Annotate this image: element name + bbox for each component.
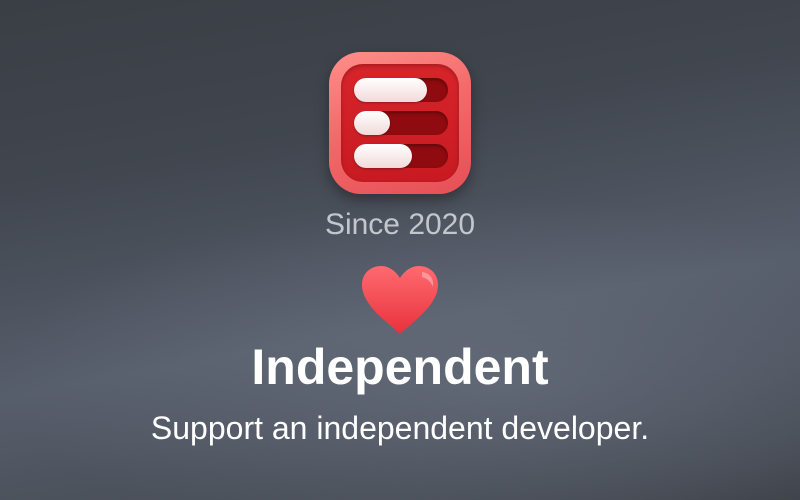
page-subtitle: Support an independent developer. (150, 410, 650, 446)
slider-track (354, 111, 448, 135)
slider-knob (354, 144, 413, 168)
slider-track (354, 78, 448, 102)
promo-screen: Since 2020 Independent Support an indepe… (0, 0, 800, 500)
slider-knob (354, 78, 428, 102)
slider-track (354, 144, 448, 168)
sliders-icon (341, 64, 459, 182)
slider-knob (354, 111, 390, 135)
heart-icon (362, 266, 438, 334)
app-icon (329, 52, 471, 194)
page-title: Independent (251, 339, 549, 395)
since-text: Since 2020 (324, 208, 476, 241)
